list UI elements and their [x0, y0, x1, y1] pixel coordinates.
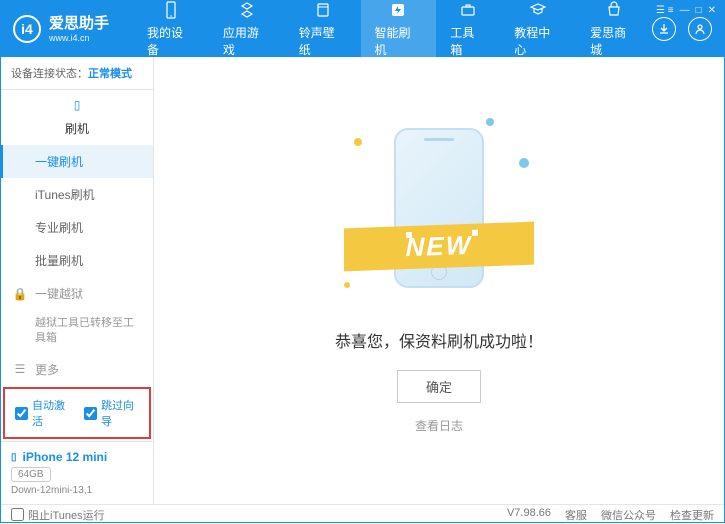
- brand-url: www.i4.cn: [49, 33, 109, 44]
- device-model: Down-12mini-13,1: [11, 485, 143, 496]
- checkbox-row: 自动激活 跳过向导: [3, 387, 151, 439]
- app-header: ☰ ≡ — □ ✕ i4 爱思助手 www.i4.cn 我的设备 应用游戏 铃声…: [1, 1, 724, 57]
- brand-name: 爱思助手: [49, 15, 109, 33]
- device-status: 设备连接状态：正常模式: [1, 57, 153, 90]
- device-info: ▯ iPhone 12 mini 64GB Down-12mini-13,1: [1, 441, 153, 504]
- header-actions: [652, 17, 712, 41]
- lock-icon: 🔒: [13, 287, 27, 301]
- menu-itunes-flash[interactable]: iTunes刷机: [1, 178, 153, 211]
- menu-batch-flash[interactable]: 批量刷机: [1, 244, 153, 277]
- phone-small-icon: ▯: [70, 98, 84, 112]
- success-illustration: NEW: [374, 128, 504, 308]
- footer-support[interactable]: 客服: [565, 507, 587, 523]
- user-icon[interactable]: [688, 17, 712, 41]
- sidebar-menu: ▯ 刷机 一键刷机 iTunes刷机 专业刷机 批量刷机 🔒 一键越狱 越狱工具…: [1, 90, 153, 385]
- menu-one-click-flash[interactable]: 一键刷机: [1, 145, 153, 178]
- logo-area: i4 爱思助手 www.i4.cn: [13, 15, 109, 44]
- device-storage: 64GB: [11, 467, 51, 482]
- view-log-link[interactable]: 查看日志: [415, 417, 463, 434]
- version-label: V7.98.66: [507, 507, 551, 523]
- close-icon[interactable]: ✕: [708, 5, 716, 16]
- jailbreak-note: 越狱工具已转移至工具箱: [1, 310, 153, 353]
- checkbox-auto-activate[interactable]: 自动激活: [15, 397, 70, 429]
- maximize-icon[interactable]: □: [696, 5, 702, 16]
- checkbox-skip-setup[interactable]: 跳过向导: [84, 397, 139, 429]
- device-name[interactable]: ▯ iPhone 12 mini: [11, 450, 143, 464]
- footer-wechat[interactable]: 微信公众号: [601, 507, 656, 523]
- tutorial-icon: [528, 0, 548, 20]
- sidebar: 设备连接状态：正常模式 ▯ 刷机 一键刷机 iTunes刷机 专业刷机 批量刷机…: [1, 57, 154, 504]
- apps-icon: [237, 0, 257, 20]
- minimize-icon[interactable]: —: [680, 5, 690, 16]
- footer: 阻止iTunes运行 V7.98.66 客服 微信公众号 检查更新: [1, 504, 724, 524]
- logo-icon: i4: [13, 15, 41, 43]
- section-flash[interactable]: ▯ 刷机: [1, 90, 153, 145]
- section-jailbreak[interactable]: 🔒 一键越狱: [1, 277, 153, 310]
- flash-icon: [388, 0, 408, 20]
- main-content: NEW 恭喜您，保资料刷机成功啦！ 确定 查看日志: [154, 57, 724, 504]
- download-icon[interactable]: [652, 17, 676, 41]
- section-more[interactable]: ☰ 更多: [1, 353, 153, 385]
- checkbox-block-itunes[interactable]: 阻止iTunes运行: [11, 507, 105, 523]
- footer-update[interactable]: 检查更新: [670, 507, 714, 523]
- confirm-button[interactable]: 确定: [397, 370, 481, 403]
- toolbox-icon: [458, 0, 478, 20]
- menu-icon: ☰: [13, 362, 27, 376]
- window-controls: ☰ ≡ — □ ✕: [656, 5, 716, 16]
- shop-icon: [604, 0, 624, 20]
- success-message: 恭喜您，保资料刷机成功啦！: [335, 328, 543, 352]
- ringtone-icon: [313, 0, 333, 20]
- menu-pro-flash[interactable]: 专业刷机: [1, 211, 153, 244]
- phone-icon: [161, 0, 181, 20]
- device-phone-icon: ▯: [11, 452, 17, 463]
- settings-icon[interactable]: ☰ ≡: [656, 5, 674, 16]
